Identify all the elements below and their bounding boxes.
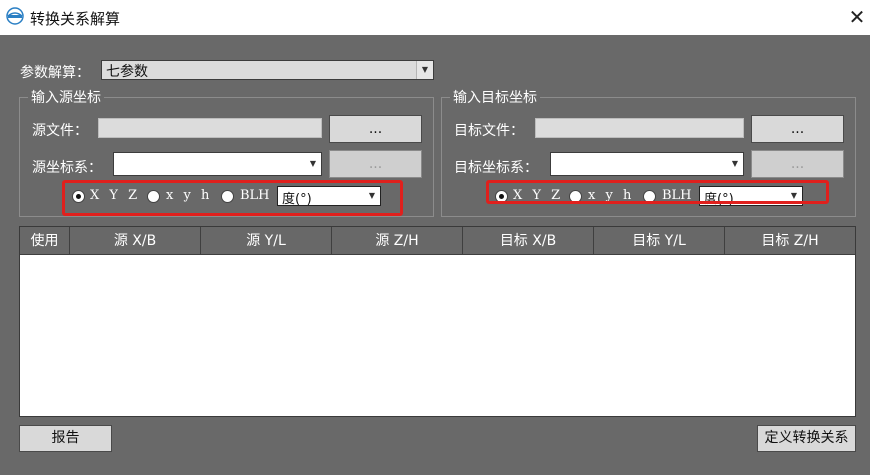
target-highlight-box bbox=[486, 180, 829, 204]
solver-label: 参数解算： bbox=[20, 65, 90, 81]
chevron-down-icon: ▼ bbox=[416, 61, 433, 79]
source-browse-button[interactable]: ... bbox=[329, 115, 422, 143]
solver-value: 七参数 bbox=[106, 64, 148, 80]
column-header-use[interactable]: 使用 bbox=[20, 227, 70, 255]
column-header-src-y[interactable]: 源 Y/L bbox=[201, 227, 332, 255]
source-file-input[interactable] bbox=[98, 118, 322, 138]
dialog-window: 转换关系解算 ✕ 参数解算： 七参数 ▼ 输入源坐标 源文件： ... 源坐标系… bbox=[0, 0, 870, 475]
source-file-label: 源文件： bbox=[32, 123, 88, 139]
target-system-label: 目标坐标系： bbox=[454, 160, 538, 176]
column-header-tgt-z[interactable]: 目标 Z/H bbox=[725, 227, 855, 255]
window-title: 转换关系解算 bbox=[30, 10, 121, 28]
column-header-src-x[interactable]: 源 X/B bbox=[70, 227, 201, 255]
target-browse-button[interactable]: ... bbox=[751, 115, 844, 143]
target-group-title: 输入目标坐标 bbox=[450, 87, 540, 107]
title-bar: 转换关系解算 ✕ bbox=[0, 0, 870, 35]
source-system-label: 源坐标系： bbox=[32, 160, 102, 176]
close-icon[interactable]: ✕ bbox=[846, 6, 868, 28]
column-header-tgt-y[interactable]: 目标 Y/L bbox=[594, 227, 725, 255]
chevron-down-icon: ▼ bbox=[309, 159, 317, 168]
app-logo-icon bbox=[6, 7, 24, 25]
define-transform-button[interactable]: 定义转换关系 bbox=[757, 425, 856, 452]
target-system-select[interactable]: ▼ bbox=[550, 152, 744, 176]
column-header-tgt-x[interactable]: 目标 X/B bbox=[463, 227, 594, 255]
source-group-title: 输入源坐标 bbox=[28, 87, 104, 107]
target-system-button[interactable]: ... bbox=[751, 150, 844, 178]
solver-select[interactable]: 七参数 ▼ bbox=[101, 60, 434, 80]
target-file-label: 目标文件： bbox=[454, 123, 524, 139]
chevron-down-icon: ▼ bbox=[731, 159, 739, 168]
source-system-button[interactable]: ... bbox=[329, 150, 422, 178]
table-header: 使用 源 X/B 源 Y/L 源 Z/H 目标 X/B 目标 Y/L 目标 Z/… bbox=[20, 227, 855, 255]
target-file-input[interactable] bbox=[535, 118, 744, 138]
source-highlight-box bbox=[62, 180, 403, 216]
column-header-src-z[interactable]: 源 Z/H bbox=[332, 227, 463, 255]
report-button[interactable]: 报告 bbox=[19, 425, 112, 452]
coordinate-table[interactable]: 使用 源 X/B 源 Y/L 源 Z/H 目标 X/B 目标 Y/L 目标 Z/… bbox=[19, 226, 856, 417]
source-system-select[interactable]: ▼ bbox=[113, 152, 322, 176]
